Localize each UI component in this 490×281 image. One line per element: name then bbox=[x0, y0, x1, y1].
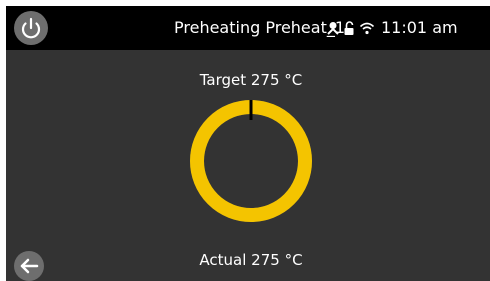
status-title: Preheating Preheat_1 bbox=[174, 18, 345, 38]
actual-temperature: Actual 275 °C bbox=[199, 251, 303, 269]
power-button[interactable] bbox=[14, 11, 48, 45]
status-mode: Preheating bbox=[174, 18, 261, 37]
status-time: 11:01 am bbox=[381, 18, 458, 37]
temperature-ring bbox=[190, 100, 312, 222]
oven-screen: Preheating Preheat_1 11:01 am Target 275… bbox=[6, 6, 490, 281]
lock-icon bbox=[344, 21, 354, 35]
back-button[interactable] bbox=[14, 251, 44, 281]
power-icon bbox=[21, 17, 41, 39]
back-arrow-icon bbox=[20, 258, 39, 274]
wifi-icon bbox=[359, 22, 375, 35]
user-icon bbox=[327, 22, 339, 35]
status-bar: Preheating Preheat_1 11:01 am bbox=[6, 6, 490, 50]
ring-progress bbox=[190, 100, 312, 222]
target-temperature: Target 275 °C bbox=[199, 71, 303, 89]
